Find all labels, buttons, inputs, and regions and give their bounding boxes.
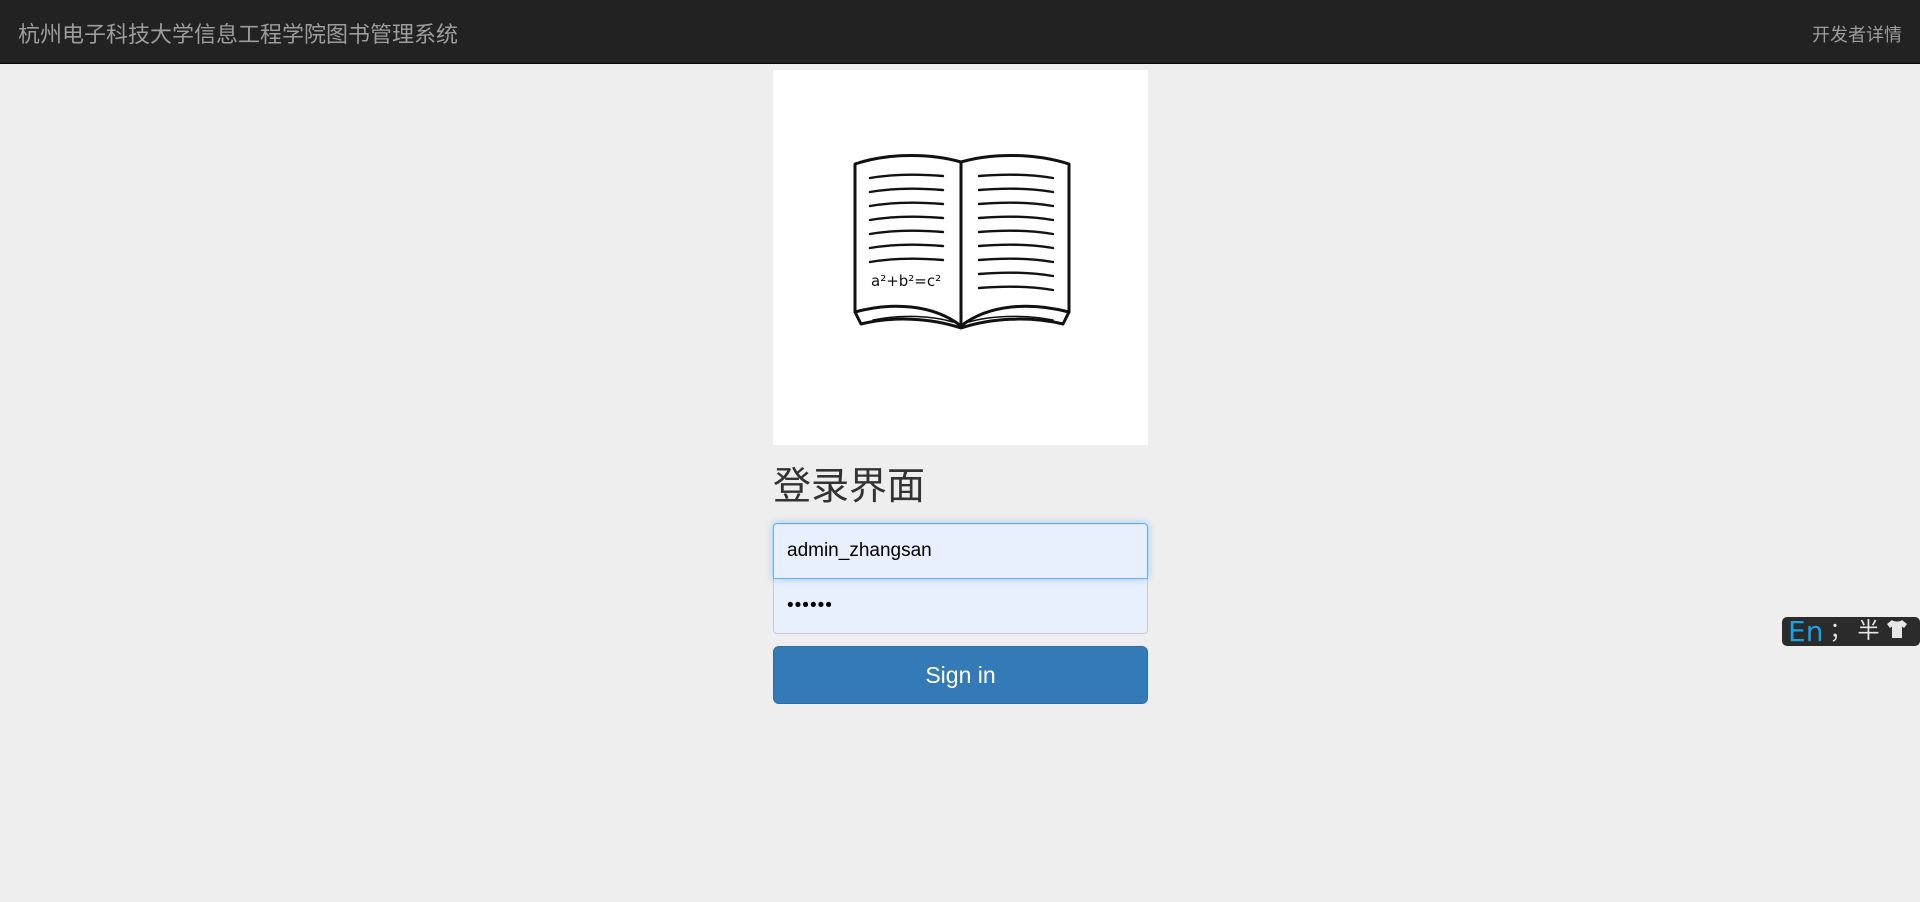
- ime-toolbar[interactable]: En ； 半: [1782, 617, 1920, 646]
- tshirt-icon[interactable]: [1885, 618, 1909, 645]
- ime-width-mode[interactable]: 半: [1857, 617, 1879, 646]
- login-heading: 登录界面: [773, 466, 926, 508]
- top-navbar: 杭州电子科技大学信息工程学院图书管理系统 开发者详情: [0, 0, 1920, 64]
- book-logo: a²+b²=c²: [773, 70, 1148, 445]
- login-form: Sign in: [773, 523, 1148, 704]
- open-book-icon: a²+b²=c²: [853, 154, 1071, 330]
- login-container: a²+b²=c² 登录界面 Sign in: [773, 70, 1148, 704]
- navbar-brand[interactable]: 杭州电子科技大学信息工程学院图书管理系统: [18, 17, 458, 49]
- ime-language-mode[interactable]: En: [1788, 617, 1823, 646]
- formula-text: a²+b²=c²: [871, 272, 941, 290]
- ime-punctuation-mode[interactable]: ；: [1829, 617, 1851, 646]
- developer-details-link[interactable]: 开发者详情: [1812, 21, 1902, 47]
- username-input[interactable]: [773, 523, 1148, 579]
- sign-in-button[interactable]: Sign in: [773, 646, 1148, 704]
- password-input[interactable]: [773, 578, 1148, 634]
